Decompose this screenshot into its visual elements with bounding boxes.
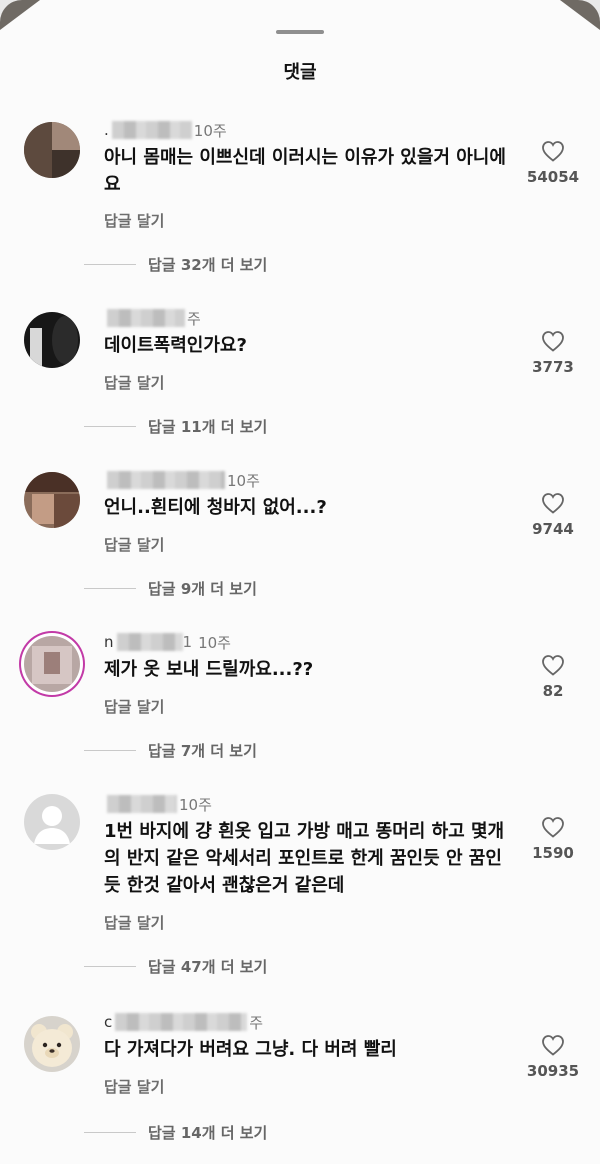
comment-text: 아니 몸매는 이쁘신데 이러시는 이유가 있을거 아니에요 bbox=[104, 147, 506, 195]
like-button[interactable]: 3773 bbox=[522, 330, 584, 376]
heart-icon bbox=[542, 655, 564, 676]
comment-text: 다 가져다가 버려요 그냥. 다 버려 빨리 bbox=[104, 1039, 397, 1060]
default-avatar[interactable] bbox=[24, 794, 80, 850]
reply-button[interactable]: 답글 달기 bbox=[104, 1076, 164, 1097]
divider-line bbox=[84, 588, 136, 589]
view-replies-button[interactable]: 답글 11개 더 보기 bbox=[84, 416, 267, 437]
view-replies-button[interactable]: 답글 7개 더 보기 bbox=[84, 740, 257, 761]
drag-handle[interactable] bbox=[276, 30, 324, 34]
divider-line bbox=[84, 1132, 136, 1133]
comments-sheet: 댓글 . 10주 아니 몸매는 이쁘신데 이러시는 이유가 있을거 아니에요 답… bbox=[0, 0, 600, 1164]
bear-avatar[interactable] bbox=[24, 1016, 80, 1072]
avatar[interactable] bbox=[24, 122, 80, 178]
username[interactable]: c bbox=[104, 1013, 112, 1031]
comment-text: 1번 바지에 걍 흰옷 입고 가방 매고 똥머리 하고 몇개의 반지 같은 악세… bbox=[104, 821, 505, 896]
like-button[interactable]: 30935 bbox=[522, 1034, 584, 1080]
comment-text: 언니..흰티에 청바지 없어...? bbox=[104, 497, 327, 518]
comment-text: 데이트폭력인가요? bbox=[104, 335, 247, 356]
heart-icon bbox=[542, 331, 564, 352]
redacted-username bbox=[111, 121, 192, 139]
divider-line bbox=[84, 966, 136, 967]
redacted-username bbox=[107, 795, 177, 813]
reply-button[interactable]: 답글 달기 bbox=[104, 912, 164, 933]
like-count: 82 bbox=[542, 682, 564, 700]
timestamp: 주 bbox=[249, 1013, 264, 1032]
reply-button[interactable]: 답글 달기 bbox=[104, 696, 164, 717]
redacted-username bbox=[116, 633, 183, 651]
heart-icon bbox=[542, 817, 564, 838]
like-count: 30935 bbox=[526, 1062, 580, 1080]
background-edge bbox=[0, 0, 40, 30]
timestamp: 10주 bbox=[227, 471, 260, 490]
view-replies-button[interactable]: 답글 32개 더 보기 bbox=[84, 254, 267, 275]
background-edge bbox=[560, 0, 600, 30]
default-user-icon bbox=[34, 806, 70, 844]
view-replies-label: 답글 7개 더 보기 bbox=[148, 742, 257, 760]
like-button[interactable]: 82 bbox=[522, 654, 584, 700]
like-count: 3773 bbox=[532, 358, 574, 376]
view-replies-label: 답글 11개 더 보기 bbox=[148, 418, 268, 436]
redacted-username bbox=[107, 471, 225, 489]
view-replies-label: 답글 9개 더 보기 bbox=[148, 580, 257, 598]
timestamp: 주 bbox=[187, 309, 201, 328]
divider-line bbox=[84, 750, 136, 751]
avatar[interactable] bbox=[24, 312, 80, 368]
like-button[interactable]: 9744 bbox=[522, 492, 584, 538]
divider-line bbox=[84, 264, 136, 265]
heart-icon bbox=[542, 1035, 564, 1056]
divider-line bbox=[84, 426, 136, 427]
heart-icon bbox=[542, 141, 564, 162]
like-count: 9744 bbox=[532, 520, 574, 538]
story-ring-avatar[interactable] bbox=[24, 636, 80, 692]
redacted-username bbox=[115, 1013, 248, 1031]
sheet-title: 댓글 bbox=[283, 62, 317, 83]
timestamp: 10주 bbox=[179, 795, 212, 814]
username[interactable]: n bbox=[104, 633, 114, 651]
comment-text: 제가 옷 보내 드릴까요...?? bbox=[104, 659, 314, 680]
like-count: 1590 bbox=[532, 844, 574, 862]
reply-button[interactable]: 답글 달기 bbox=[104, 210, 164, 231]
avatar[interactable] bbox=[24, 472, 80, 528]
reply-button[interactable]: 답글 달기 bbox=[104, 372, 164, 393]
view-replies-label: 답글 32개 더 보기 bbox=[148, 256, 268, 274]
heart-icon bbox=[542, 493, 564, 514]
redacted-username bbox=[107, 309, 185, 327]
timestamp: 10주 bbox=[193, 121, 227, 140]
timestamp: 10주 bbox=[198, 633, 231, 652]
teddy-bear-icon bbox=[31, 1024, 73, 1067]
like-button[interactable]: 1590 bbox=[522, 816, 584, 862]
username[interactable]: . bbox=[104, 121, 109, 139]
view-replies-label: 답글 14개 더 보기 bbox=[148, 1124, 268, 1142]
view-replies-button[interactable]: 답글 14개 더 보기 bbox=[84, 1122, 267, 1143]
view-replies-label: 답글 47개 더 보기 bbox=[148, 958, 268, 976]
view-replies-button[interactable]: 답글 47개 더 보기 bbox=[84, 956, 267, 977]
like-count: 54054 bbox=[526, 168, 580, 186]
view-replies-button[interactable]: 답글 9개 더 보기 bbox=[84, 578, 257, 599]
reply-button[interactable]: 답글 달기 bbox=[104, 534, 164, 555]
like-button[interactable]: 54054 bbox=[522, 140, 584, 186]
